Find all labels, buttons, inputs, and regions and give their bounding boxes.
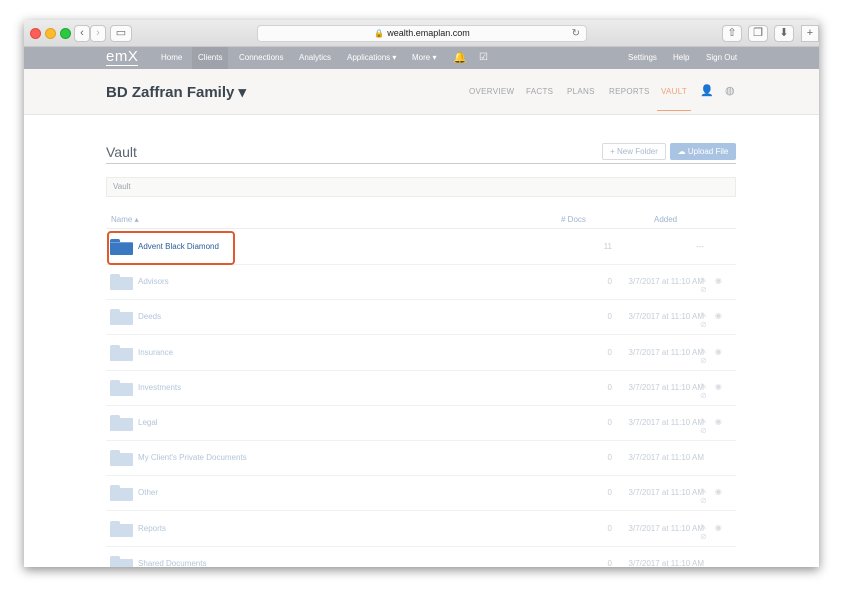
nav-home[interactable]: Home (155, 47, 188, 69)
folder-row[interactable]: My Client's Private Documents 0 3/7/2017 a… (106, 441, 736, 477)
lock-icon: 🔒 (374, 29, 385, 38)
row-actions-icons[interactable]: ✎ ◉ ⊘ (700, 487, 736, 505)
folder-name[interactable]: Reports (138, 524, 166, 533)
vault-title: Vault (106, 144, 137, 160)
browser-toolbar: ‹ › ▭ 🔒 wealth.emaplan.com ↻ ⇧ ❐ ⬇ + (24, 20, 819, 47)
checkbox-icon[interactable]: ☑ (479, 51, 488, 65)
folder-row[interactable]: Legal 0 3/7/2017 at 11:10 AM ✎ ◉ ⊘ (106, 406, 736, 441)
emx-logo[interactable]: emX (106, 49, 139, 66)
folder-row[interactable]: Insurance 0 3/7/2017 at 11:10 AM ✎ ◉ ⊘ (106, 336, 736, 371)
sidebar-icon[interactable]: ▭ (110, 25, 132, 42)
client-name-dropdown[interactable]: BD Zaffran Family ▾ (106, 83, 246, 101)
downloads-icon[interactable]: ⬇ (774, 25, 794, 42)
new-folder-button[interactable]: + New Folder (602, 143, 666, 160)
minimize-window-button[interactable] (45, 28, 56, 39)
folder-row[interactable]: Other 0 3/7/2017 at 11:10 AM ✎ ◉ ⊘ (106, 476, 736, 512)
tab-plans[interactable]: PLANS (567, 87, 595, 96)
new-tab-icon[interactable]: + (801, 25, 819, 42)
forward-icon[interactable]: › (90, 25, 106, 42)
folder-icon (110, 415, 133, 431)
folder-row[interactable]: Reports 0 3/7/2017 at 11:10 AM ✎ ◉ ⊘ (106, 512, 736, 547)
row-actions-icons[interactable]: ✎ ◉ ⊘ (700, 417, 736, 435)
folder-icon (110, 555, 133, 567)
row-actions-icons[interactable]: ✎ ◉ ⊘ (700, 382, 736, 400)
url-text: wealth.emaplan.com (387, 28, 470, 38)
column-header-docs[interactable]: # Docs (561, 215, 586, 224)
zoom-window-button[interactable] (60, 28, 71, 39)
share-icon[interactable]: ⇧ (722, 25, 742, 42)
back-icon[interactable]: ‹ (74, 25, 90, 42)
main-nav: emX Home Clients Connections Analytics A… (24, 47, 819, 69)
close-window-button[interactable] (30, 28, 41, 39)
folder-name[interactable]: Deeds (138, 312, 161, 321)
folder-icon (110, 344, 133, 361)
row-actions-icons[interactable]: ✎ ◉ ⊘ (700, 523, 736, 541)
column-header-added[interactable]: Added (654, 215, 677, 224)
tabs-icon[interactable]: ❐ (748, 25, 768, 42)
nav-clients[interactable]: Clients (192, 47, 229, 69)
nav-help[interactable]: Help (667, 47, 695, 69)
date-added: 3/7/2017 at 11:10 AM (628, 418, 704, 427)
browser-window: ‹ › ▭ 🔒 wealth.emaplan.com ↻ ⇧ ❐ ⬇ + emX … (24, 20, 819, 567)
folder-row[interactable]: Investments 0 3/7/2017 at 11:10 AM ✎ ◉ ⊘ (106, 371, 736, 406)
reload-icon[interactable]: ↻ (572, 26, 580, 41)
column-header-name[interactable]: Name ▴ (111, 215, 139, 224)
nav-applications[interactable]: Applications ▾ (341, 47, 402, 69)
date-added: 3/7/2017 at 11:10 AM (628, 558, 704, 567)
folder-row[interactable]: Deeds 0 3/7/2017 at 11:10 AM ✎ ◉ ⊘ (106, 300, 736, 336)
tab-overview[interactable]: OVERVIEW (469, 87, 514, 96)
folder-icon (110, 274, 133, 291)
folder-icon (110, 450, 133, 467)
date-added: 3/7/2017 at 11:10 AM (628, 277, 704, 287)
folder-row[interactable]: Advisors 0 3/7/2017 at 11:10 AM ✎ ◉ ⊘ (106, 265, 736, 301)
date-added: 3/7/2017 at 11:10 AM (628, 312, 704, 322)
upload-file-label: Upload File (687, 147, 729, 156)
date-added: --- (696, 242, 704, 251)
date-added: 3/7/2017 at 11:10 AM (628, 347, 704, 357)
row-actions-icons[interactable]: ✎ ◉ ⊘ (700, 311, 736, 329)
folder-name[interactable]: Advent Black Diamond (138, 242, 219, 251)
title-divider (106, 163, 736, 164)
folder-icon (110, 379, 133, 396)
date-added: 3/7/2017 at 11:10 AM (628, 382, 704, 392)
upload-file-button[interactable]: ☁ Upload File (670, 143, 736, 160)
date-added: 3/7/2017 at 11:10 AM (628, 523, 704, 533)
nav-more[interactable]: More ▾ (406, 47, 442, 69)
date-added: 3/7/2017 at 11:10 AM (628, 488, 704, 498)
folder-name[interactable]: Legal (138, 418, 158, 427)
bell-icon[interactable]: 🔔 (453, 51, 467, 65)
cloud-upload-icon: ☁ (677, 147, 688, 156)
person-icon[interactable]: 👤 (700, 84, 714, 97)
client-header: BD Zaffran Family ▾ OVERVIEW FACTS PLANS… (24, 69, 819, 115)
globe-icon[interactable]: ◍ (725, 84, 735, 97)
nav-analytics[interactable]: Analytics (293, 47, 337, 69)
folder-row[interactable]: Advent Black Diamond 11 --- (106, 230, 736, 265)
tab-facts[interactable]: FACTS (526, 87, 553, 96)
folder-icon (110, 520, 133, 537)
folder-name[interactable]: Investments (138, 383, 181, 392)
folder-name[interactable]: Shared Documents (138, 559, 206, 567)
nav-connections[interactable]: Connections (233, 47, 289, 69)
breadcrumb[interactable]: Vault (106, 177, 736, 197)
address-bar[interactable]: 🔒 wealth.emaplan.com ↻ (257, 25, 587, 42)
folder-icon (110, 239, 133, 255)
folder-icon (110, 309, 133, 326)
folder-name[interactable]: Other (138, 488, 158, 497)
row-actions-icons[interactable]: ✎ ◉ ⊘ (700, 347, 736, 365)
folder-name[interactable]: Advisors (138, 277, 169, 286)
tab-vault[interactable]: VAULT (656, 87, 692, 111)
folder-name[interactable]: My Client's Private Documents (138, 453, 247, 462)
tab-reports[interactable]: REPORTS (609, 87, 650, 96)
folder-name[interactable]: Insurance (138, 348, 173, 357)
date-added: 3/7/2017 at 11:10 AM (628, 453, 704, 463)
row-actions-icons[interactable]: ✎ ◉ ⊘ (700, 276, 736, 294)
folder-row[interactable]: Shared Documents 0 3/7/2017 at 11:10 AM (106, 547, 736, 567)
folder-icon (110, 485, 133, 502)
header-divider (106, 228, 736, 229)
nav-sign-out[interactable]: Sign Out (700, 47, 743, 69)
nav-settings[interactable]: Settings (622, 47, 663, 69)
